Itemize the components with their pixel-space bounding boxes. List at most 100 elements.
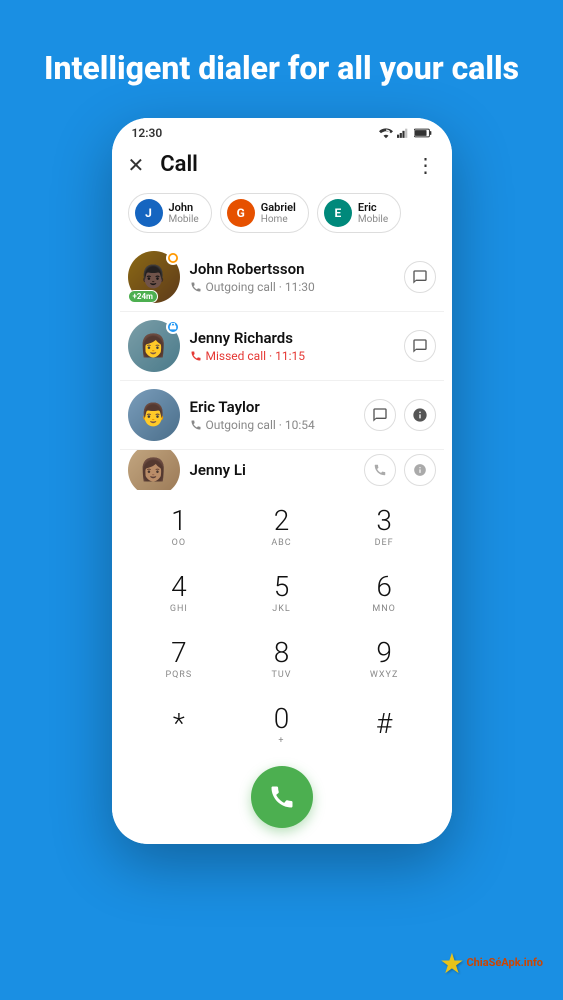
- info-icon-eric[interactable]: [404, 399, 436, 431]
- hero-title: Intelligent dialer for all your calls: [40, 48, 523, 88]
- dial-key-7[interactable]: 7 PQRS: [139, 628, 219, 690]
- signal-icon: [397, 127, 410, 139]
- dial-num-9: 9: [376, 638, 392, 669]
- battery-icon: [414, 127, 432, 139]
- chip-info-gabriel: Gabriel Home: [261, 201, 296, 225]
- status-icons: [379, 127, 432, 139]
- avatar-wrap-eric: 👨: [128, 389, 180, 441]
- dial-num-hash: #: [376, 709, 392, 740]
- online-badge-john: [166, 251, 180, 265]
- chip-name-eric: Eric: [358, 201, 388, 214]
- dial-letters-4: GHI: [170, 604, 188, 614]
- call-detail-john: Outgoing call · 11:30: [190, 280, 394, 294]
- dialpad-row-1: 1 OO 2 ABC 3 DEF: [112, 494, 452, 560]
- dial-num-6: 6: [376, 572, 392, 603]
- call-name-eric: Eric Taylor: [190, 398, 354, 416]
- dial-key-4[interactable]: 4 GHI: [139, 562, 219, 624]
- dial-num-2: 2: [274, 506, 290, 537]
- call-item-eric[interactable]: 👨 Eric Taylor Outgoing call · 10:54: [120, 381, 444, 450]
- dialpad-row-3: 7 PQRS 8 TUV 9 WXYZ: [112, 626, 452, 692]
- dialpad-row-4: * 0 + #: [112, 692, 452, 758]
- call-name-john: John Robertsson: [190, 260, 394, 278]
- chip-name-john: John: [169, 201, 199, 214]
- dial-letters-9: WXYZ: [370, 670, 398, 680]
- dial-key-star[interactable]: *: [139, 694, 219, 756]
- dial-key-0[interactable]: 0 +: [241, 694, 321, 756]
- chip-avatar-gabriel: G: [227, 199, 255, 227]
- info-icon-jennyLi[interactable]: [404, 454, 436, 486]
- call-badge-john: +24m: [128, 290, 158, 303]
- call-actions-jennyLi: [364, 454, 436, 486]
- call-item-jenny[interactable]: 👩 Jenny Richards Missed call · 11:15: [120, 312, 444, 381]
- message-icon-jenny[interactable]: [404, 330, 436, 362]
- dial-key-2[interactable]: 2 ABC: [241, 496, 321, 558]
- quick-contacts: J John Mobile G Gabriel Home E Eric Mobi…: [112, 185, 452, 243]
- dial-key-5[interactable]: 5 JKL: [241, 562, 321, 624]
- dial-letters-0: +: [278, 736, 284, 746]
- chip-type-john: Mobile: [169, 214, 199, 225]
- hero-section: Intelligent dialer for all your calls: [0, 0, 563, 118]
- dial-num-3: 3: [376, 506, 392, 537]
- call-info-eric: Eric Taylor Outgoing call · 10:54: [190, 398, 354, 432]
- call-detail-text-eric: Outgoing call · 10:54: [206, 418, 315, 432]
- dial-num-7: 7: [171, 638, 187, 669]
- app-header: ✕ Call ⋮: [112, 144, 452, 185]
- call-name-jennyLi: Jenny Li: [190, 461, 354, 479]
- online-badge-jenny: [166, 320, 180, 334]
- watermark-text: ChiaSéApk.info: [466, 957, 543, 969]
- chip-name-gabriel: Gabriel: [261, 201, 296, 214]
- call-icon-jennyLi[interactable]: [364, 454, 396, 486]
- dial-letters-2: ABC: [271, 538, 291, 548]
- call-button[interactable]: [251, 766, 313, 828]
- call-info-john: John Robertsson Outgoing call · 11:30: [190, 260, 394, 294]
- contact-chip-eric[interactable]: E Eric Mobile: [317, 193, 401, 233]
- more-button[interactable]: ⋮: [416, 153, 436, 177]
- dialpad: 1 OO 2 ABC 3 DEF 4 GHI 5: [112, 490, 452, 844]
- call-detail-jenny: Missed call · 11:15: [190, 349, 394, 363]
- dial-num-4: 4: [171, 572, 187, 603]
- close-button[interactable]: ✕: [128, 153, 145, 177]
- call-btn-row: [112, 758, 452, 844]
- call-info-jennyLi: Jenny Li: [190, 461, 354, 479]
- chip-avatar-eric: E: [324, 199, 352, 227]
- dial-num-1: 1: [171, 506, 187, 537]
- call-detail-text-jenny: Missed call · 11:15: [206, 349, 306, 363]
- message-icon-eric[interactable]: [364, 399, 396, 431]
- chip-avatar-john: J: [135, 199, 163, 227]
- avatar-eric: 👨: [128, 389, 180, 441]
- wifi-icon: [379, 127, 393, 139]
- dial-letters-7: PQRS: [165, 670, 192, 680]
- header-title: Call: [160, 152, 198, 177]
- dial-letters-1: OO: [172, 538, 186, 548]
- watermark: ★ ChiaSéApk.info: [439, 947, 543, 980]
- avatar-wrap-jenny: 👩: [128, 320, 180, 372]
- chip-info-john: John Mobile: [169, 201, 199, 225]
- avatar-jennyLi: 👩🏽: [128, 450, 180, 490]
- dial-key-6[interactable]: 6 MNO: [344, 562, 424, 624]
- dial-num-0: 0: [274, 704, 290, 735]
- phone-wrapper: 12:30 ✕: [0, 118, 563, 844]
- status-bar: 12:30: [112, 118, 452, 144]
- chip-type-gabriel: Home: [261, 214, 296, 225]
- avatar-wrap-jennyLi: 👩🏽: [128, 450, 180, 490]
- contact-chip-gabriel[interactable]: G Gabriel Home: [220, 193, 309, 233]
- dial-key-3[interactable]: 3 DEF: [344, 496, 424, 558]
- dial-key-8[interactable]: 8 TUV: [241, 628, 321, 690]
- chip-type-eric: Mobile: [358, 214, 388, 225]
- phone-call-icon: [268, 783, 296, 811]
- call-name-jenny: Jenny Richards: [190, 329, 394, 347]
- dial-letters-8: TUV: [272, 670, 292, 680]
- dial-letters-3: DEF: [375, 538, 394, 548]
- call-item-john[interactable]: 👨🏿 +24m John Robertsson Outgoing call · …: [120, 243, 444, 312]
- message-icon-john[interactable]: [404, 261, 436, 293]
- dial-key-1[interactable]: 1 OO: [139, 496, 219, 558]
- contact-chip-john[interactable]: J John Mobile: [128, 193, 212, 233]
- phone-mockup: 12:30 ✕: [112, 118, 452, 844]
- dial-key-hash[interactable]: #: [344, 694, 424, 756]
- call-item-jennyLi[interactable]: 👩🏽 Jenny Li: [120, 450, 444, 490]
- dial-key-9[interactable]: 9 WXYZ: [344, 628, 424, 690]
- dialpad-row-2: 4 GHI 5 JKL 6 MNO: [112, 560, 452, 626]
- call-actions-eric: [364, 399, 436, 431]
- status-time: 12:30: [132, 126, 163, 140]
- call-detail-text-john: Outgoing call · 11:30: [206, 280, 315, 294]
